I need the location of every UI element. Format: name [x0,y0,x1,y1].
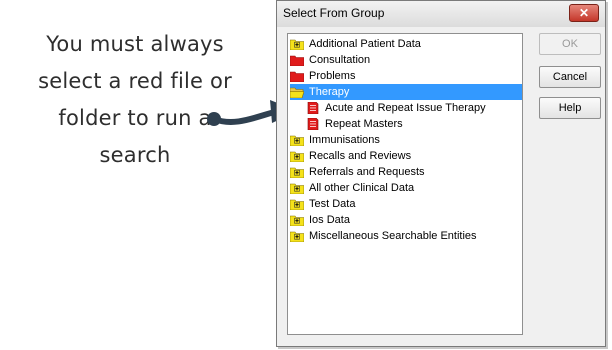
tree-item-label: Therapy [307,84,352,100]
group-tree[interactable]: Additional Patient Data Consultation Probl… [287,33,523,335]
tree-item[interactable]: Therapy [289,84,522,100]
tree-item-label: Consultation [309,54,371,66]
cancel-button[interactable]: Cancel [539,66,601,88]
select-from-group-dialog: Select From Group ✕ Additional Patient D… [276,0,606,347]
help-button[interactable]: Help [539,97,601,119]
close-button[interactable]: ✕ [569,4,599,22]
dialog-client-area: Additional Patient Data Consultation Probl… [277,27,605,346]
red-file-icon [306,117,320,131]
yellow-folder-plus-icon [289,166,305,179]
callout-line-4: search [99,143,171,167]
tree-item-label: Acute and Repeat Issue Therapy [325,102,486,114]
tree-item-label: Repeat Masters [325,118,403,130]
tree-item-label: All other Clinical Data [309,182,415,194]
yellow-folder-plus-icon [289,230,305,243]
red-file-icon [306,101,320,115]
tree-item-label: Ios Data [309,214,350,226]
yellow-folder-plus-icon [289,214,305,227]
tree-item-label: Recalls and Reviews [309,150,412,162]
open-folder-icon [289,86,305,99]
tree-item-label: Referrals and Requests [309,166,425,178]
tree-item-label: Miscellaneous Searchable Entities [309,230,477,242]
yellow-folder-plus-icon [289,150,305,163]
dialog-title: Select From Group [283,6,385,20]
yellow-folder-plus-icon [289,182,305,195]
yellow-folder-plus-icon [289,198,305,211]
title-bar[interactable]: Select From Group ✕ [277,1,605,28]
yellow-folder-plus-icon [289,134,305,147]
ok-button[interactable]: OK [539,33,601,55]
tree-item-label: Problems [309,70,356,82]
tree-item-label: Additional Patient Data [309,38,421,50]
tree-item-label: Immunisations [309,134,380,146]
red-folder-icon [289,54,305,67]
callout-line-1: You must always [46,32,224,56]
tree-item-label: Test Data [309,198,356,210]
yellow-folder-plus-icon [289,38,305,51]
red-folder-icon [289,70,305,83]
